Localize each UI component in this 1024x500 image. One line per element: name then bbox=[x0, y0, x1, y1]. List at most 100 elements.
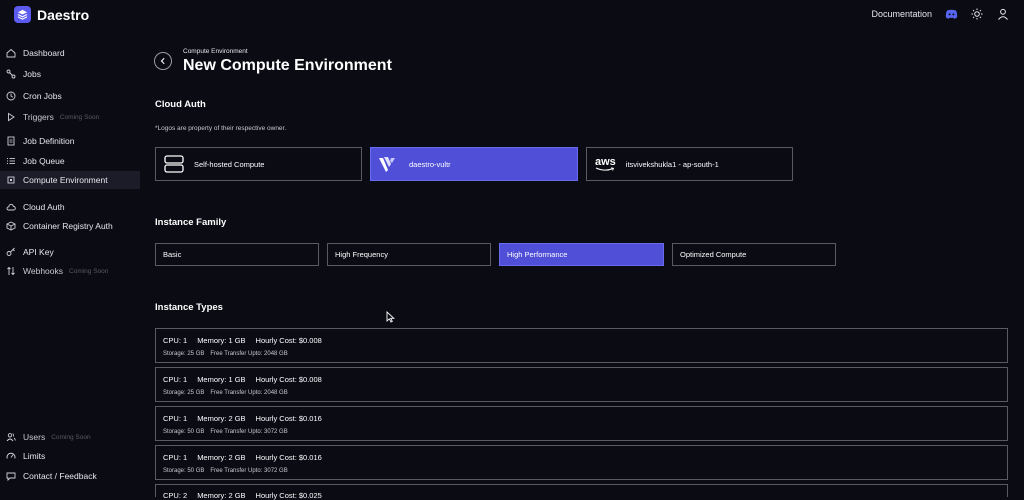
hourly-cost-value: Hourly Cost: $0.008 bbox=[255, 375, 322, 384]
instance-type-specs: CPU: 1 Memory: 2 GB Hourly Cost: $0.016 bbox=[163, 453, 332, 462]
transfer-value: Free Transfer Upto: 2048 GB bbox=[210, 351, 288, 357]
cloud-auth-option-label: Self-hosted Compute bbox=[194, 159, 265, 169]
cloud-auth-option-daestro-vultr[interactable]: daestro-vultr bbox=[370, 147, 578, 181]
page-title: New Compute Environment bbox=[183, 57, 392, 74]
sidebar-item-label: Cron Jobs bbox=[23, 91, 62, 101]
sidebar-item-label: Cloud Auth bbox=[23, 202, 65, 212]
transfer-value: Free Transfer Upto: 2048 GB bbox=[210, 390, 288, 396]
sidebar-item-label: Limits bbox=[23, 451, 46, 461]
instance-family-optimized-compute[interactable]: Optimized Compute bbox=[672, 243, 836, 266]
transfer-value: Free Transfer Upto: 3072 GB bbox=[210, 429, 288, 435]
sidebar-item-container-registry-auth[interactable]: Container Registry Auth bbox=[0, 217, 140, 235]
instance-type-details: Storage: 25 GB Free Transfer Upto: 2048 G… bbox=[163, 390, 294, 396]
instance-type-details: Storage: 25 GB Free Transfer Upto: 2048 G… bbox=[163, 351, 294, 357]
back-button[interactable] bbox=[154, 52, 172, 70]
theme-toggle-sun-icon[interactable] bbox=[970, 7, 984, 21]
sidebar-item-label: API Key bbox=[23, 247, 54, 257]
brand[interactable]: Daestro bbox=[14, 6, 89, 23]
instance-family-basic[interactable]: Basic bbox=[155, 243, 319, 266]
sidebar-item-compute-environment[interactable]: Compute Environment bbox=[0, 171, 140, 189]
sidebar-item-limits[interactable]: Limits bbox=[0, 447, 140, 465]
sidebar-item-jobs[interactable]: Jobs bbox=[0, 65, 140, 83]
storage-value: Storage: 50 GB bbox=[163, 468, 205, 474]
mouse-cursor-icon bbox=[386, 310, 395, 328]
vultr-logo-icon bbox=[379, 156, 399, 172]
sidebar-item-api-key[interactable]: API Key bbox=[0, 243, 140, 261]
user-account-icon[interactable] bbox=[996, 7, 1010, 21]
instance-family-title: Instance Family bbox=[155, 217, 227, 228]
instance-type-card[interactable]: CPU: 1 Memory: 2 GB Hourly Cost: $0.016 St… bbox=[155, 445, 1008, 480]
key-icon bbox=[6, 247, 16, 257]
sidebar-item-label: Contact / Feedback bbox=[23, 471, 97, 481]
instance-type-card[interactable]: CPU: 1 Memory: 1 GB Hourly Cost: $0.008 St… bbox=[155, 328, 1008, 363]
jobs-icon bbox=[6, 69, 16, 79]
sidebar-item-label: Triggers bbox=[23, 112, 54, 122]
coming-soon-badge: Coming Soon bbox=[69, 267, 109, 275]
users-icon bbox=[6, 432, 16, 442]
top-actions: Documentation bbox=[871, 7, 1010, 21]
sidebar: Dashboard Jobs Cron Jobs Triggers Coming… bbox=[0, 30, 140, 497]
home-icon bbox=[6, 48, 16, 58]
app-name: Daestro bbox=[37, 6, 90, 23]
storage-value: Storage: 25 GB bbox=[163, 351, 205, 357]
breadcrumb[interactable]: Compute Environment bbox=[183, 48, 248, 55]
sidebar-item-job-queue[interactable]: Job Queue bbox=[0, 152, 140, 170]
instance-type-card[interactable]: CPU: 1 Memory: 2 GB Hourly Cost: $0.016 St… bbox=[155, 406, 1008, 441]
document-icon bbox=[6, 136, 16, 146]
daestro-logo-icon bbox=[14, 6, 31, 23]
instance-type-specs: CPU: 1 Memory: 2 GB Hourly Cost: $0.016 bbox=[163, 414, 332, 423]
chevron-left-icon bbox=[160, 57, 165, 65]
cloud-auth-option-label: daestro-vultr bbox=[409, 159, 451, 169]
instance-type-details: Storage: 50 GB Free Transfer Upto: 3072 G… bbox=[163, 468, 294, 474]
sidebar-item-label: Job Queue bbox=[23, 156, 65, 166]
instance-type-specs: CPU: 1 Memory: 1 GB Hourly Cost: $0.008 bbox=[163, 375, 332, 384]
sidebar-item-cloud-auth[interactable]: Cloud Auth bbox=[0, 198, 140, 216]
hourly-cost-value: Hourly Cost: $0.008 bbox=[255, 336, 322, 345]
sidebar-item-job-definition[interactable]: Job Definition bbox=[0, 132, 140, 150]
instance-types-title: Instance Types bbox=[155, 302, 223, 313]
instance-type-card[interactable]: CPU: 2 Memory: 2 GB Hourly Cost: $0.025 bbox=[155, 484, 1008, 500]
top-bar: Daestro Documentation bbox=[0, 0, 1024, 30]
memory-value: Memory: 1 GB bbox=[197, 336, 246, 345]
main-content: Compute Environment New Compute Environm… bbox=[140, 30, 1024, 500]
cpu-value: CPU: 1 bbox=[163, 375, 188, 384]
sidebar-item-label: Compute Environment bbox=[23, 175, 108, 185]
memory-value: Memory: 2 GB bbox=[197, 453, 246, 462]
sidebar-item-contact-feedback[interactable]: Contact / Feedback bbox=[0, 467, 140, 485]
cpu-value: CPU: 2 bbox=[163, 491, 188, 500]
box-icon bbox=[6, 221, 16, 231]
cloud-auth-option-label: itsvivekshukla1 - ap-south-1 bbox=[625, 159, 719, 169]
gauge-icon bbox=[6, 451, 16, 461]
storage-value: Storage: 50 GB bbox=[163, 429, 205, 435]
transfer-value: Free Transfer Upto: 3072 GB bbox=[210, 468, 288, 474]
chip-icon bbox=[6, 175, 16, 185]
cpu-value: CPU: 1 bbox=[163, 453, 188, 462]
logos-note: *Logos are property of their respective … bbox=[155, 125, 287, 132]
sidebar-item-dashboard[interactable]: Dashboard bbox=[0, 44, 140, 62]
cloud-auth-option-aws[interactable]: aws itsvivekshukla1 - ap-south-1 bbox=[586, 147, 793, 181]
arrows-icon bbox=[6, 266, 16, 276]
cloud-auth-option-self-hosted[interactable]: Self-hosted Compute bbox=[155, 147, 362, 181]
memory-value: Memory: 1 GB bbox=[197, 375, 246, 384]
chat-icon bbox=[6, 471, 16, 481]
clock-icon bbox=[6, 91, 16, 101]
instance-type-details: Storage: 50 GB Free Transfer Upto: 3072 G… bbox=[163, 429, 294, 435]
hourly-cost-value: Hourly Cost: $0.016 bbox=[255, 453, 322, 462]
cloud-icon bbox=[6, 202, 16, 212]
sidebar-item-label: Jobs bbox=[23, 69, 41, 79]
instance-type-card[interactable]: CPU: 1 Memory: 1 GB Hourly Cost: $0.008 St… bbox=[155, 367, 1008, 402]
memory-value: Memory: 2 GB bbox=[197, 414, 246, 423]
sidebar-item-label: Users bbox=[23, 432, 46, 442]
cpu-value: CPU: 1 bbox=[163, 336, 188, 345]
discord-icon[interactable] bbox=[944, 7, 958, 21]
sidebar-item-users[interactable]: Users Coming Soon bbox=[0, 428, 140, 446]
server-icon bbox=[164, 155, 184, 173]
sidebar-item-webhooks[interactable]: Webhooks Coming Soon bbox=[0, 262, 140, 280]
sidebar-item-cron-jobs[interactable]: Cron Jobs bbox=[0, 87, 140, 105]
list-icon bbox=[6, 156, 16, 166]
storage-value: Storage: 25 GB bbox=[163, 390, 205, 396]
documentation-link[interactable]: Documentation bbox=[871, 9, 932, 19]
instance-family-high-performance[interactable]: High Performance bbox=[499, 243, 664, 266]
sidebar-item-triggers[interactable]: Triggers Coming Soon bbox=[0, 108, 140, 126]
instance-family-high-frequency[interactable]: High Frequency bbox=[327, 243, 491, 266]
